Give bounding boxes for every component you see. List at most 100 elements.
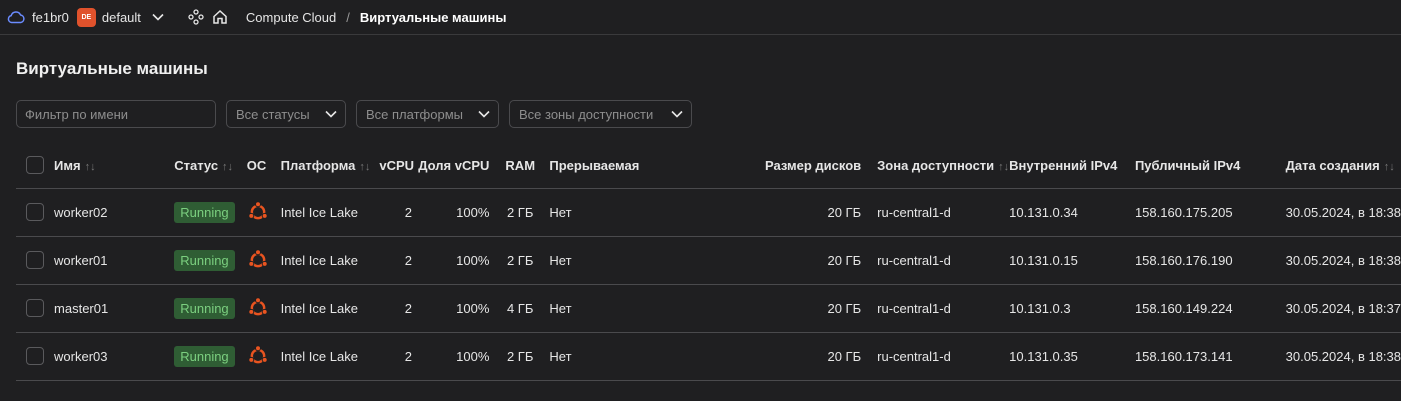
column-header-ram: RAM — [497, 143, 540, 189]
column-header-vcpu: vCPU — [379, 143, 416, 189]
breadcrumb-compute-cloud[interactable]: Compute Cloud — [246, 10, 336, 25]
home-icon[interactable] — [211, 8, 229, 26]
public-ip-cell: 158.160.176.190 — [1134, 236, 1286, 285]
select-all-checkbox[interactable] — [26, 156, 44, 175]
row-checkbox[interactable] — [26, 299, 44, 317]
sort-icon[interactable]: ↑↓ — [998, 161, 1009, 173]
chevron-down-icon[interactable] — [151, 10, 165, 24]
column-header-platform[interactable]: Платформа ↑↓ — [280, 143, 380, 189]
row-checkbox[interactable] — [26, 203, 44, 221]
internal-ip-cell: 10.131.0.15 — [1009, 236, 1135, 285]
sort-icon[interactable]: ↑↓ — [359, 161, 370, 173]
ubuntu-icon — [247, 345, 269, 367]
folder-badge: DE — [76, 7, 96, 27]
chevron-down-icon — [671, 110, 683, 118]
status-badge: Running — [174, 201, 235, 223]
vcpu-share-cell: 100% — [416, 236, 498, 285]
platform-filter-select[interactable]: Все платформы — [356, 100, 499, 128]
vm-name[interactable]: master01 — [54, 284, 175, 333]
created-cell: 30.05.2024, в 18:37 — [1285, 284, 1401, 333]
vcpu-cell: 2 — [379, 332, 416, 381]
column-header-preemptible: Прерываемая — [539, 143, 640, 189]
table-row[interactable]: master01 Running Intel Ice Lake 2 100% 4 ГБ Не… — [16, 284, 1401, 333]
ubuntu-icon — [247, 201, 269, 223]
public-ip-cell: 158.160.175.205 — [1134, 188, 1286, 237]
cloud-name[interactable]: fe1br0 — [32, 10, 69, 25]
row-select-cell — [16, 332, 55, 381]
internal-ip-cell: 10.131.0.35 — [1009, 332, 1135, 381]
vm-name[interactable]: worker01 — [54, 236, 175, 285]
table-header-row: Имя ↑↓ Статус ↑↓ ОС Платформа ↑↓ vCPU Доля … — [16, 143, 1401, 189]
breadcrumb-current: Виртуальные машины — [359, 9, 507, 25]
row-select-cell — [16, 284, 55, 333]
table-row[interactable]: worker02 Running Intel Ice Lake 2 100% 2 ГБ Не… — [16, 188, 1401, 237]
status-filter-label: Все статусы — [236, 106, 310, 122]
sort-icon[interactable]: ↑↓ — [1384, 161, 1395, 173]
vm-table: Имя ↑↓ Статус ↑↓ ОС Платформа ↑↓ vCPU Доля … — [16, 143, 1401, 381]
zone-filter-label: Все зоны доступности — [519, 106, 654, 122]
row-select-cell — [16, 188, 55, 237]
vcpu-cell: 2 — [379, 236, 416, 285]
preemptible-cell: Нет — [539, 332, 640, 381]
vcpu-cell: 2 — [379, 188, 416, 237]
preemptible-cell: Нет — [539, 188, 640, 237]
vm-name[interactable]: worker03 — [54, 332, 175, 381]
chevron-down-icon — [325, 110, 337, 118]
preemptible-cell: Нет — [539, 236, 640, 285]
page-title: Виртуальные машины — [16, 59, 208, 78]
created-cell: 30.05.2024, в 18:38 — [1285, 188, 1401, 237]
name-filter-input[interactable] — [16, 100, 216, 128]
zone-cell: ru-central1-d — [877, 236, 1010, 285]
platform-filter-label: Все платформы — [366, 106, 463, 122]
sort-icon[interactable]: ↑↓ — [85, 161, 96, 173]
ubuntu-icon — [247, 249, 269, 271]
column-header-created[interactable]: Дата создания ↑↓ — [1285, 143, 1401, 189]
ram-cell: 2 ГБ — [497, 188, 540, 237]
platform-cell: Intel Ice Lake — [280, 284, 380, 333]
column-header-name[interactable]: Имя ↑↓ — [54, 143, 175, 189]
folder-name[interactable]: default — [102, 10, 141, 25]
public-ip-cell: 158.160.173.141 — [1134, 332, 1286, 381]
filters-bar: Все статусы Все платформы Все зоны досту… — [16, 100, 692, 128]
top-bar: fe1br0 DE default Compute Cloud / Виртуа… — [0, 0, 1401, 35]
breadcrumb-separator: / — [346, 9, 350, 25]
zone-cell: ru-central1-d — [877, 188, 1010, 237]
column-header-status[interactable]: Статус ↑↓ — [174, 143, 247, 189]
sort-icon[interactable]: ↑↓ — [222, 161, 233, 173]
os-cell — [246, 188, 281, 237]
table-row[interactable]: worker03 Running Intel Ice Lake 2 100% 2 ГБ Не… — [16, 332, 1401, 381]
ubuntu-icon — [247, 297, 269, 319]
column-header-internal-ip: Внутренний IPv4 — [1009, 143, 1135, 189]
disk-size-cell: 20 ГБ — [639, 236, 878, 285]
status-cell: Running — [174, 236, 247, 285]
disk-size-cell: 20 ГБ — [639, 188, 878, 237]
cloud-icon[interactable] — [6, 7, 26, 27]
preemptible-cell: Нет — [539, 284, 640, 333]
zone-cell: ru-central1-d — [877, 332, 1010, 381]
services-icon[interactable] — [187, 8, 205, 26]
column-header-os: ОС — [246, 143, 281, 189]
zone-cell: ru-central1-d — [877, 284, 1010, 333]
table-row[interactable]: worker01 Running Intel Ice Lake 2 100% 2 ГБ Не… — [16, 236, 1401, 285]
status-cell: Running — [174, 284, 247, 333]
status-cell: Running — [174, 188, 247, 237]
ram-cell: 2 ГБ — [497, 236, 540, 285]
created-cell: 30.05.2024, в 18:38 — [1285, 236, 1401, 285]
status-badge: Running — [174, 249, 235, 271]
status-cell: Running — [174, 332, 247, 381]
internal-ip-cell: 10.131.0.34 — [1009, 188, 1135, 237]
disk-size-cell: 20 ГБ — [639, 332, 878, 381]
os-cell — [246, 332, 281, 381]
row-checkbox[interactable] — [26, 347, 44, 365]
zone-filter-select[interactable]: Все зоны доступности — [509, 100, 692, 128]
ram-cell: 4 ГБ — [497, 284, 540, 333]
internal-ip-cell: 10.131.0.3 — [1009, 284, 1135, 333]
vm-name[interactable]: worker02 — [54, 188, 175, 237]
status-filter-select[interactable]: Все статусы — [226, 100, 346, 128]
row-select-cell — [16, 236, 55, 285]
vcpu-share-cell: 100% — [416, 188, 498, 237]
row-checkbox[interactable] — [26, 251, 44, 269]
column-header-disk-size: Размер дисков — [639, 143, 878, 189]
column-header-zone[interactable]: Зона доступности ↑↓ — [877, 143, 1010, 189]
os-cell — [246, 284, 281, 333]
